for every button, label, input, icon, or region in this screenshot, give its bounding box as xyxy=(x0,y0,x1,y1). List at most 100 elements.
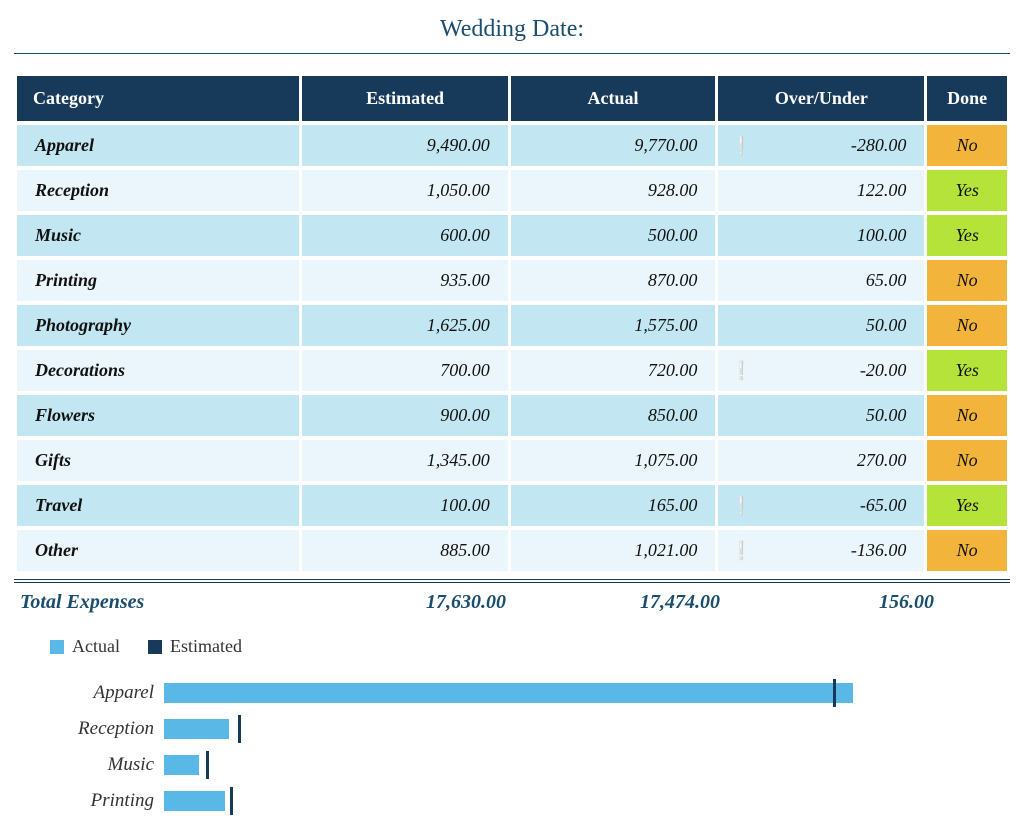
chart-bar-area xyxy=(164,679,1010,707)
cell-done: Yes xyxy=(927,485,1007,526)
cell-done: Yes xyxy=(927,350,1007,391)
cell-done: No xyxy=(927,260,1007,301)
cell-estimated: 100.00 xyxy=(302,485,507,526)
cell-category: Apparel xyxy=(17,125,299,166)
cell-estimated: 935.00 xyxy=(302,260,507,301)
overunder-value: 100.00 xyxy=(857,225,907,245)
alert-icon: ❕ xyxy=(730,495,752,516)
table-row: Reception1,050.00928.00122.00Yes xyxy=(17,170,1007,211)
legend-swatch-estimated xyxy=(148,640,162,654)
cell-done: Yes xyxy=(927,170,1007,211)
alert-icon: ❕ xyxy=(730,135,752,156)
cell-done: No xyxy=(927,440,1007,481)
legend-actual: Actual xyxy=(50,636,120,657)
overunder-value: 50.00 xyxy=(866,405,907,425)
alert-icon: ❕ xyxy=(730,540,752,561)
overunder-value: 122.00 xyxy=(857,180,907,200)
cell-overunder: 65.00 xyxy=(718,260,924,301)
overunder-value: -20.00 xyxy=(860,360,907,380)
cell-overunder: 50.00 xyxy=(718,305,924,346)
table-row: Decorations700.00720.00❕-20.00Yes xyxy=(17,350,1007,391)
chart-bar-actual xyxy=(164,683,853,703)
cell-overunder: 270.00 xyxy=(718,440,924,481)
header-row: Category Estimated Actual Over/Under Don… xyxy=(17,76,1007,121)
overunder-value: 65.00 xyxy=(866,270,907,290)
cell-category: Music xyxy=(17,215,299,256)
table-row: Printing935.00870.00 65.00 No xyxy=(17,260,1007,301)
budget-table: Category Estimated Actual Over/Under Don… xyxy=(14,72,1010,575)
overunder-value: 50.00 xyxy=(866,315,907,335)
table-row: Music600.00500.00100.00Yes xyxy=(17,215,1007,256)
cell-done: No xyxy=(927,125,1007,166)
cell-actual: 165.00 xyxy=(511,485,716,526)
header-actual: Actual xyxy=(511,76,716,121)
cell-overunder: 100.00 xyxy=(718,215,924,256)
table-row: Photography1,625.001,575.00 50.00 No xyxy=(17,305,1007,346)
chart-bar-actual xyxy=(164,791,225,811)
cell-estimated: 1,625.00 xyxy=(302,305,507,346)
cell-estimated: 1,050.00 xyxy=(302,170,507,211)
cell-category: Travel xyxy=(17,485,299,526)
cell-overunder: 50.00 xyxy=(718,395,924,436)
table-row: Apparel9,490.009,770.00 ❕ -280.00 No xyxy=(17,125,1007,166)
cell-actual: 500.00 xyxy=(511,215,716,256)
chart-mark-estimated xyxy=(230,787,233,815)
cell-actual: 720.00 xyxy=(511,350,716,391)
cell-overunder: ❕ -65.00 xyxy=(718,485,924,526)
chart-row: Music xyxy=(20,747,1010,783)
cell-category: Printing xyxy=(17,260,299,301)
cell-estimated: 1,345.00 xyxy=(302,440,507,481)
chart-category-label: Printing xyxy=(20,790,164,812)
table-row: Flowers900.00850.0050.00No xyxy=(17,395,1007,436)
table-row: Other885.001,021.00❕-136.00No xyxy=(17,530,1007,571)
cell-category: Other xyxy=(17,530,299,571)
cell-overunder: 122.00 xyxy=(718,170,924,211)
cell-actual: 1,575.00 xyxy=(511,305,716,346)
cell-category: Photography xyxy=(17,305,299,346)
cell-estimated: 900.00 xyxy=(302,395,507,436)
chart-mark-estimated xyxy=(833,679,836,707)
totals-label: Total Expenses xyxy=(14,591,310,614)
cell-category: Flowers xyxy=(17,395,299,436)
table-row: Gifts1,345.001,075.00270.00No xyxy=(17,440,1007,481)
chart-row: Reception xyxy=(20,711,1010,747)
legend-actual-label: Actual xyxy=(72,636,120,657)
table-row: Travel100.00165.00 ❕ -65.00 Yes xyxy=(17,485,1007,526)
page-title: Wedding Date: xyxy=(14,10,1010,54)
overunder-value: -65.00 xyxy=(860,495,907,515)
cell-category: Gifts xyxy=(17,440,299,481)
cell-done: No xyxy=(927,395,1007,436)
chart-bar-area xyxy=(164,715,1010,743)
totals-actual: 17,474.00 xyxy=(524,591,738,614)
chart-legend: Actual Estimated xyxy=(20,636,1010,657)
chart-mark-estimated xyxy=(206,751,209,779)
overunder-value: 270.00 xyxy=(857,450,907,470)
cell-category: Reception xyxy=(17,170,299,211)
totals-row: Total Expenses 17,630.00 17,474.00 156.0… xyxy=(14,579,1010,614)
cell-actual: 9,770.00 xyxy=(511,125,716,166)
chart-category-label: Apparel xyxy=(20,682,164,704)
legend-swatch-actual xyxy=(50,640,64,654)
overunder-value: -280.00 xyxy=(851,135,907,155)
header-category: Category xyxy=(17,76,299,121)
cell-actual: 1,021.00 xyxy=(511,530,716,571)
cell-actual: 870.00 xyxy=(511,260,716,301)
cell-category: Decorations xyxy=(17,350,299,391)
chart-category-label: Reception xyxy=(20,718,164,740)
cell-estimated: 9,490.00 xyxy=(302,125,507,166)
cell-done: No xyxy=(927,305,1007,346)
chart-row: Printing xyxy=(20,783,1010,819)
cell-estimated: 700.00 xyxy=(302,350,507,391)
header-overunder: Over/Under xyxy=(718,76,924,121)
chart-bar-actual xyxy=(164,719,229,739)
chart-bar-area xyxy=(164,751,1010,779)
totals-overunder: 156.00 xyxy=(738,591,952,614)
cell-done: No xyxy=(927,530,1007,571)
chart-category-label: Music xyxy=(20,754,164,776)
legend-estimated-label: Estimated xyxy=(170,636,242,657)
chart-bar-actual xyxy=(164,755,199,775)
chart-bar-area xyxy=(164,787,1010,815)
totals-estimated: 17,630.00 xyxy=(310,591,524,614)
chart-row: Apparel xyxy=(20,675,1010,711)
cell-overunder: ❕ -280.00 xyxy=(718,125,924,166)
